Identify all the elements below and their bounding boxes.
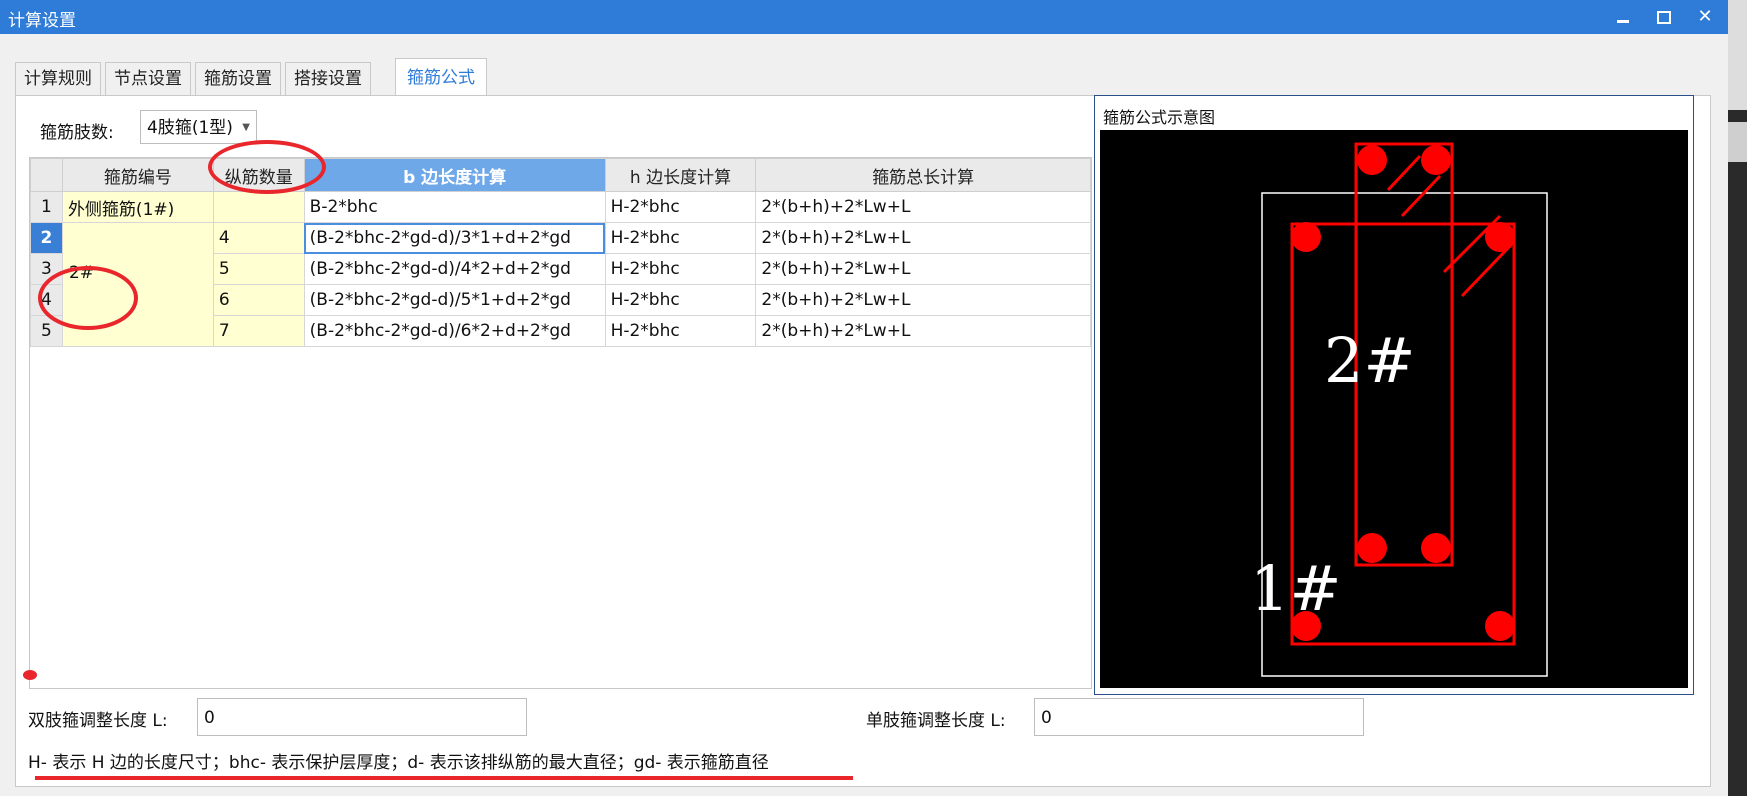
maximize-button[interactable] — [1649, 4, 1679, 30]
minimize-icon — [1617, 19, 1629, 23]
table-row[interactable]: 1 外侧箍筋(1#) B-2*bhc H-2*bhc 2*(b+h)+2*Lw+… — [30, 191, 1091, 223]
stirrup-count-select[interactable]: 4肢箍(1型) ▼ — [140, 110, 257, 144]
column-header-selected[interactable]: b 边长度计算 — [303, 158, 606, 192]
hook-line — [1400, 174, 1442, 218]
rebar-dot — [1421, 533, 1451, 563]
corner-header — [30, 158, 63, 192]
formula-table: 箍筋编号 纵筋数量 b 边长度计算 h 边长度计算 箍筋总长计算 1 外侧箍筋(… — [30, 158, 1091, 347]
total-length-cell[interactable]: 2*(b+h)+2*Lw+L — [755, 253, 1091, 285]
maximize-icon — [1657, 10, 1671, 24]
table-header-row: 箍筋编号 纵筋数量 b 边长度计算 h 边长度计算 箍筋总长计算 — [30, 158, 1091, 192]
double-leg-adjust-label: 双肢箍调整长度 L: — [28, 711, 168, 731]
b-length-cell[interactable]: (B-2*bhc-2*gd-d)/6*2+d+2*gd — [303, 315, 606, 347]
stirrup-id-merged-cell[interactable]: 2# — [61, 222, 214, 347]
background-window-edge — [1728, 0, 1747, 796]
h-length-cell[interactable]: H-2*bhc — [604, 191, 757, 223]
h-length-cell[interactable]: H-2*bhc — [604, 315, 757, 347]
column-header[interactable]: h 边长度计算 — [604, 158, 757, 192]
total-length-cell[interactable]: 2*(b+h)+2*Lw+L — [755, 284, 1091, 316]
bar-count-cell[interactable]: 6 — [212, 284, 305, 316]
total-length-cell[interactable]: 2*(b+h)+2*Lw+L — [755, 191, 1091, 223]
total-length-cell[interactable]: 2*(b+h)+2*Lw+L — [755, 222, 1091, 254]
b-length-cell[interactable]: B-2*bhc — [303, 191, 606, 223]
rebar-dot — [1357, 145, 1387, 175]
rebar-dot — [1357, 533, 1387, 563]
diagram-title: 箍筋公式示意图 — [1103, 108, 1216, 127]
legend-text: H- 表示 H 边的长度尺寸；bhc- 表示保护层厚度；d- 表示该排纵筋的最大… — [28, 753, 769, 773]
row-number[interactable]: 4 — [30, 284, 63, 316]
column-header[interactable]: 纵筋数量 — [212, 158, 305, 192]
bar-count-cell[interactable] — [212, 191, 305, 223]
column-header[interactable]: 箍筋编号 — [61, 158, 214, 192]
bar-count-cell[interactable]: 7 — [212, 315, 305, 347]
tab-node-settings[interactable]: 节点设置 — [105, 62, 191, 95]
edge-block — [1728, 0, 1747, 110]
b-length-cell-editing[interactable]: (B-2*bhc-2*gd-d)/3*1+d+2*gd — [303, 222, 606, 254]
rebar-dot — [1485, 611, 1515, 641]
chevron-down-icon: ▼ — [242, 122, 250, 133]
bar-count-cell[interactable]: 5 — [212, 253, 305, 285]
annotation-dot — [23, 670, 37, 680]
rebar-dot — [1421, 145, 1451, 175]
minimize-button[interactable] — [1608, 4, 1638, 30]
hook-line — [1460, 244, 1512, 298]
stirrup-id-cell[interactable]: 外侧箍筋(1#) — [61, 191, 214, 223]
close-icon: ✕ — [1697, 6, 1713, 27]
stirrup-count-label: 箍筋肢数: — [40, 123, 114, 143]
h-length-cell[interactable]: H-2*bhc — [604, 222, 757, 254]
stirrup-diagram: 2# 1# — [1100, 130, 1688, 688]
h-length-cell[interactable]: H-2*bhc — [604, 253, 757, 285]
tab-stirrup-settings[interactable]: 箍筋设置 — [195, 62, 281, 95]
close-button[interactable]: ✕ — [1690, 4, 1720, 30]
tab-lap-settings[interactable]: 搭接设置 — [285, 62, 371, 95]
tab-stirrup-formula[interactable]: 箍筋公式 — [395, 58, 487, 96]
formula-grid: 箍筋编号 纵筋数量 b 边长度计算 h 边长度计算 箍筋总长计算 1 外侧箍筋(… — [29, 157, 1092, 689]
stirrup-diagram-svg: 2# 1# — [1250, 142, 1548, 677]
row-number[interactable]: 1 — [30, 191, 63, 223]
column-header[interactable]: 箍筋总长计算 — [755, 158, 1091, 192]
hook-line — [1386, 154, 1422, 192]
table-row[interactable]: 2 2# 4 (B-2*bhc-2*gd-d)/3*1+d+2*gd H-2*b… — [30, 222, 1091, 347]
label-inner-stirrup: 2# — [1324, 324, 1415, 397]
single-leg-adjust-label: 单肢箍调整长度 L: — [866, 711, 1006, 731]
row-number[interactable]: 5 — [30, 315, 63, 347]
single-leg-adjust-input[interactable]: 0 — [1034, 698, 1364, 736]
row-number[interactable]: 2 — [30, 222, 63, 254]
title-bar: 计算设置 ✕ — [0, 0, 1728, 34]
label-outer-stirrup: 1# — [1250, 552, 1341, 625]
annotation-underline — [35, 776, 853, 780]
b-length-cell[interactable]: (B-2*bhc-2*gd-d)/5*1+d+2*gd — [303, 284, 606, 316]
rebar-dot — [1291, 222, 1321, 252]
edge-block — [1728, 122, 1747, 162]
b-length-cell[interactable]: (B-2*bhc-2*gd-d)/4*2+d+2*gd — [303, 253, 606, 285]
bar-count-cell[interactable]: 4 — [212, 222, 305, 254]
tab-calc-rules[interactable]: 计算规则 — [15, 62, 101, 95]
stirrup-count-value: 4肢箍(1型) — [147, 118, 233, 138]
total-length-cell[interactable]: 2*(b+h)+2*Lw+L — [755, 315, 1091, 347]
row-number[interactable]: 3 — [30, 253, 63, 285]
double-leg-adjust-input[interactable]: 0 — [197, 698, 527, 736]
window-title: 计算设置 — [8, 11, 76, 31]
rebar-dot — [1485, 222, 1515, 252]
h-length-cell[interactable]: H-2*bhc — [604, 284, 757, 316]
